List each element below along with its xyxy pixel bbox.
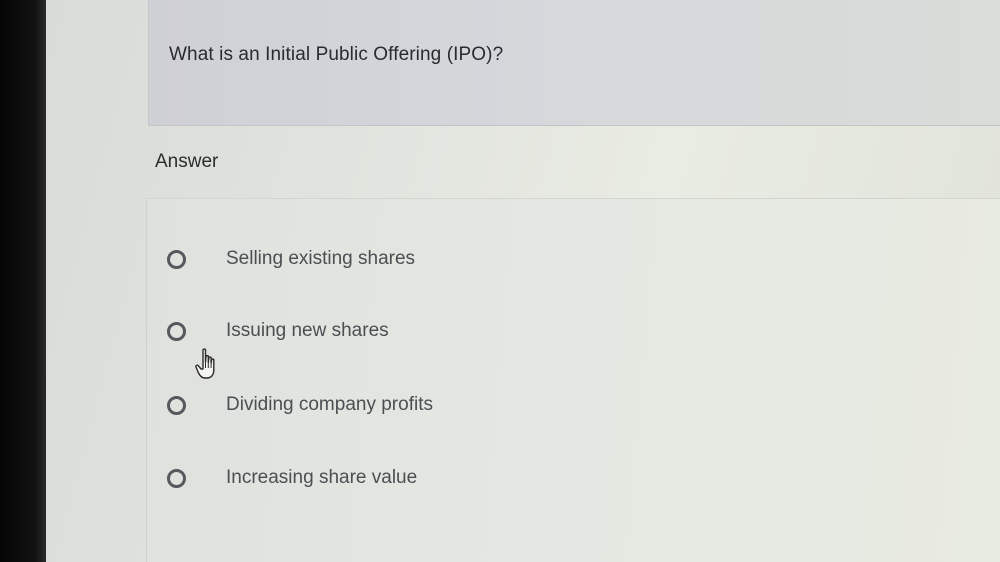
option-label: Issuing new shares xyxy=(226,320,389,341)
option-label: Selling existing shares xyxy=(226,248,416,269)
option-label: Increasing share value xyxy=(226,467,418,488)
answer-option-1[interactable]: Selling existing shares xyxy=(167,243,415,275)
answer-option-4[interactable]: Increasing share value xyxy=(167,462,417,494)
answer-option-3[interactable]: Dividing company profits xyxy=(167,389,433,421)
radio-unchecked-icon[interactable] xyxy=(167,395,186,415)
question-card: What is an Initial Public Offering (IPO)… xyxy=(148,0,1000,126)
answer-option-2[interactable]: Issuing new shares xyxy=(167,315,389,347)
radio-unchecked-icon[interactable] xyxy=(167,468,186,488)
question-text: What is an Initial Public Offering (IPO)… xyxy=(169,44,504,65)
monitor-bezel xyxy=(0,0,46,562)
hand-pointer-icon xyxy=(195,348,215,379)
option-label: Dividing company profits xyxy=(226,394,433,415)
radio-unchecked-icon[interactable] xyxy=(167,249,186,269)
radio-unchecked-icon[interactable] xyxy=(167,321,186,341)
answer-heading: Answer xyxy=(155,151,219,172)
quiz-screen: What is an Initial Public Offering (IPO)… xyxy=(46,0,1000,562)
answer-options-panel: Selling existing shares Issuing new shar… xyxy=(146,198,1000,562)
